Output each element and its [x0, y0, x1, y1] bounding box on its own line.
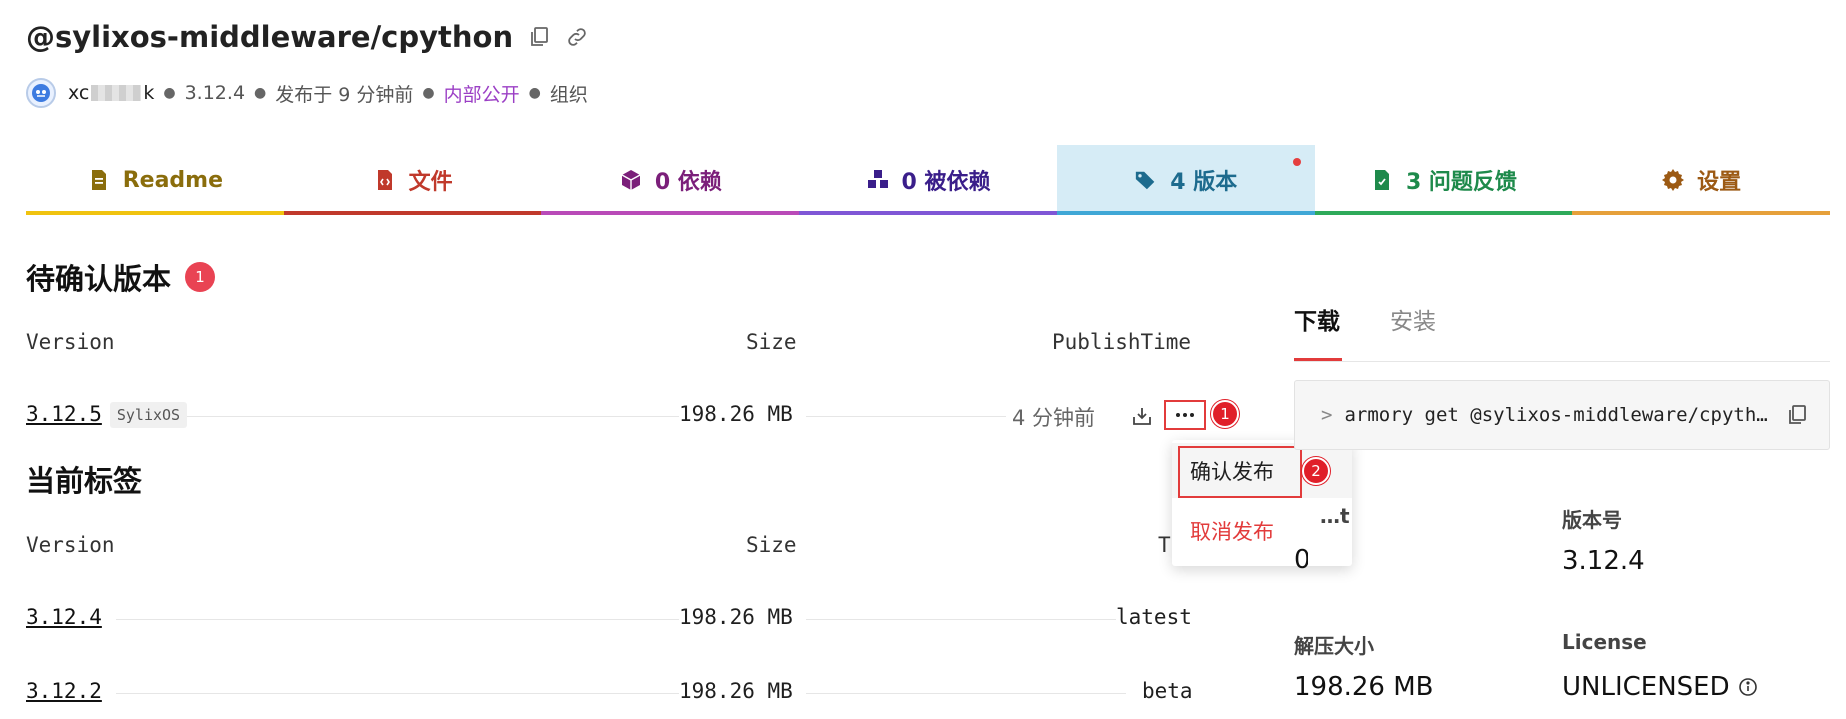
package-tabs: Readme 文件 0 依赖 0 被依赖 4 版本 3 问题反馈 设置	[26, 145, 1831, 215]
tags-icon	[1134, 168, 1158, 192]
step-1-badge: 1	[1211, 400, 1239, 428]
download-icon[interactable]	[1130, 404, 1154, 428]
install-command-box: > armory get @sylixos-middleware/cpyth…	[1294, 380, 1830, 450]
tab-install[interactable]: 安装	[1390, 302, 1436, 336]
current-header-size: Size	[746, 533, 797, 557]
confirm-highlight	[1178, 446, 1302, 498]
info-value-partial: 0	[1294, 548, 1308, 572]
package-name: @sylixos-middleware/cpython	[26, 20, 514, 54]
tab-files[interactable]: 文件	[283, 145, 542, 215]
pending-header-time: PublishTime	[1052, 330, 1192, 354]
meta-published: 发布于 9 分钟前	[275, 83, 414, 106]
pending-versions-title: 待确认版本 1	[26, 256, 216, 298]
notification-dot	[1292, 158, 1301, 166]
file-code-icon	[373, 168, 397, 192]
actions-dropdown: 确认发布 取消发布	[1172, 440, 1352, 566]
info-value-license: UNLICENSED	[1562, 672, 1758, 702]
tab-download[interactable]: 下载	[1294, 302, 1342, 361]
meta-version: 3.12.4	[184, 82, 246, 104]
version-tag: latest	[1116, 605, 1192, 629]
info-icon[interactable]	[1738, 677, 1758, 697]
tag-row: 3.12.2 198.26 MB beta	[26, 673, 1197, 713]
tab-dependencies[interactable]: 0 依赖	[541, 145, 800, 215]
copy-icon[interactable]	[1785, 403, 1809, 427]
avatar[interactable]	[26, 78, 56, 108]
info-value-version: 3.12.4	[1562, 546, 1645, 576]
info-label-unpacked-size: 解压大小	[1294, 634, 1374, 658]
package-title: @sylixos-middleware/cpython	[26, 20, 589, 54]
username[interactable]: xc k	[68, 82, 154, 104]
tag-row: 3.12.4 198.26 MB latest	[26, 599, 1197, 639]
more-actions-button[interactable]	[1164, 400, 1206, 430]
tab-issues[interactable]: 3 问题反馈	[1314, 145, 1573, 215]
file-text-icon	[87, 168, 111, 192]
os-tag: SylixOS	[109, 402, 188, 428]
tab-readme[interactable]: Readme	[26, 145, 284, 215]
cubes-icon	[866, 168, 890, 192]
command-prompt: >	[1321, 404, 1333, 426]
info-label-version: 版本号	[1562, 508, 1622, 532]
tab-versions[interactable]: 4 版本	[1056, 145, 1315, 215]
version-size: 198.26 MB	[679, 402, 793, 426]
gear-icon	[1661, 168, 1685, 192]
redacted-name	[91, 85, 142, 101]
side-tabs: 下载 安装	[1294, 300, 1830, 362]
version-link[interactable]: 3.12.4	[26, 605, 102, 629]
tab-dependents[interactable]: 0 被依赖	[799, 145, 1057, 215]
more-icon	[1176, 413, 1194, 417]
copy-icon[interactable]	[527, 25, 551, 49]
install-command: armory get @sylixos-middleware/cpyth…	[1344, 404, 1768, 426]
pending-header-version: Version	[26, 330, 115, 354]
version-size: 198.26 MB	[679, 605, 793, 629]
file-check-icon	[1370, 168, 1394, 192]
pending-row: 3.12.5 SylixOS 198.26 MB 4 分钟前	[26, 396, 1197, 436]
info-value-unpacked-size: 198.26 MB	[1294, 672, 1434, 702]
version-size: 198.26 MB	[679, 679, 793, 703]
pending-header-size: Size	[746, 330, 797, 354]
pending-count-badge: 1	[185, 262, 216, 292]
version-tag: beta	[1142, 679, 1193, 703]
info-label-partial: …t	[1320, 504, 1350, 528]
step-2-badge: 2	[1302, 457, 1330, 485]
info-label-license: License	[1562, 630, 1647, 654]
link-icon[interactable]	[565, 25, 589, 49]
version-link[interactable]: 3.12.2	[26, 679, 102, 703]
current-header-tag: Ta	[1158, 533, 1172, 557]
package-meta: xc k ● 3.12.4 ● 发布于 9 分钟前 ● 内部公开 ● 组织	[26, 78, 588, 108]
current-tags-title: 当前标签	[26, 464, 143, 498]
meta-scope: 组织	[549, 83, 588, 106]
visibility-link[interactable]: 内部公开	[444, 80, 520, 107]
publish-time: 4 分钟前	[1012, 402, 1096, 432]
version-link[interactable]: 3.12.5	[26, 402, 102, 426]
tab-settings[interactable]: 设置	[1572, 145, 1831, 215]
cube-icon	[619, 168, 643, 192]
current-header-version: Version	[26, 533, 115, 557]
